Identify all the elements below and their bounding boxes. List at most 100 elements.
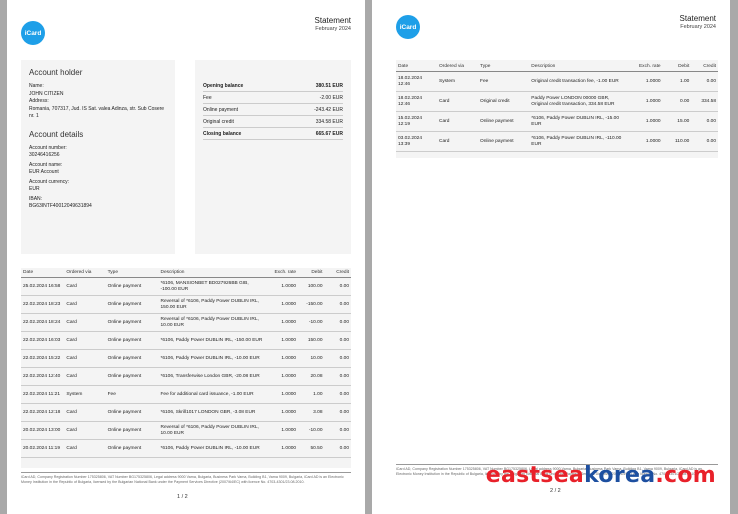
row-exch-rate: 1.0000 xyxy=(627,91,663,112)
row-date: 22.02.2024 11:21 xyxy=(21,385,65,404)
row-date: 22.02.2024 12:18 xyxy=(21,403,65,422)
row-description: *6106, Paddy Power DUBLIN IRL, -10.00 EU… xyxy=(158,439,267,458)
statement-header: Statement February 2024 xyxy=(315,16,351,34)
balance-summary-box: Opening balance 380.51 EUR Fee -2.00 EUR Onl… xyxy=(195,60,351,254)
account-holder-heading: Account holder xyxy=(29,68,83,77)
balance-value: -243.42 EUR xyxy=(314,106,343,113)
balance-row: Fee -2.00 EUR xyxy=(203,92,343,104)
table-row: 22.02.2024 12:18 Card Online payment *6106,… xyxy=(21,403,351,422)
row-description: Reversal of *6106, Paddy Power DUBLIN IR… xyxy=(158,421,267,440)
statement-title: Statement xyxy=(314,16,351,25)
row-description: *6106, Transferwise London GBR, -20.08 E… xyxy=(158,367,267,386)
row-debit: 10.00 xyxy=(298,349,325,368)
row-date: 25.02.2024 16:58 xyxy=(21,277,65,296)
transactions-table-page-1: Date Ordered via Type Description Exch. … xyxy=(21,268,351,468)
row-ordered-via: Card xyxy=(64,421,106,440)
col-debit: Debit xyxy=(662,60,692,72)
table-row: 22.02.2024 11:21 System Fee Fee for additio… xyxy=(21,385,351,404)
row-description: *6106, Skrill1017 LONDON GBR, -3.08 EUR xyxy=(158,403,267,422)
row-description: Fee for additional card issuance, -1.00 … xyxy=(158,385,267,404)
account-name-label: Account name: xyxy=(29,161,63,168)
row-type: Online payment xyxy=(105,421,159,440)
table-row: 20.02.2024 11:19 Card Online payment *6106,… xyxy=(21,439,351,458)
row-ordered-via: Card xyxy=(437,111,479,132)
balance-row: Opening balance 380.51 EUR xyxy=(203,80,343,92)
table-header-row: Date Ordered via Type Description Exch. … xyxy=(396,60,718,72)
row-type: Online payment xyxy=(478,131,530,152)
statement-title: Statement xyxy=(679,14,716,23)
iban-label: IBAN: xyxy=(29,195,43,202)
row-debit: 3.08 xyxy=(298,403,325,422)
row-type: Online payment xyxy=(105,349,159,368)
balance-row: Original credit 334.58 EUR xyxy=(203,116,343,128)
row-credit: 0.00 xyxy=(324,277,351,296)
row-credit: 0.00 xyxy=(324,313,351,332)
row-type: Online payment xyxy=(105,277,159,296)
row-type: Online payment xyxy=(478,111,530,132)
row-ordered-via: Card xyxy=(437,91,479,112)
col-date: Date xyxy=(396,60,438,72)
row-debit: 15.00 xyxy=(662,111,692,132)
table-row: 25.02.2024 16:58 Card Online payment *6106,… xyxy=(21,277,351,296)
row-date: 22.02.2024 15:22 xyxy=(21,349,65,368)
row-exch-rate: 1.0000 xyxy=(266,403,299,422)
row-exch-rate: 1.0000 xyxy=(627,131,663,152)
col-exch-rate: Exch. rate xyxy=(627,60,663,72)
row-exch-rate: 1.0000 xyxy=(266,421,299,440)
table-row: 18.02.2024 12:46 Card Original credit Paddy… xyxy=(396,91,718,112)
row-description: Paddy Power LONDON 00000 GBR, Original c… xyxy=(529,91,628,112)
table-row: 15.02.2024 12:19 Card Online payment *6106,… xyxy=(396,111,718,132)
table-row: 22.02.2024 18:24 Card Online payment Revers… xyxy=(21,313,351,332)
row-date: 22.02.2024 18:23 xyxy=(21,295,65,314)
balance-row: Closing balance 665.67 EUR xyxy=(203,128,343,140)
row-debit: -150.00 xyxy=(298,295,325,314)
row-exch-rate: 1.0000 xyxy=(627,111,663,132)
row-credit: 334.58 xyxy=(691,91,718,112)
row-exch-rate: 1.0000 xyxy=(266,277,299,296)
row-description: Original credit transaction fee, -1.00 E… xyxy=(529,71,628,92)
table-row: 20.02.2024 13:00 Card Online payment Revers… xyxy=(21,421,351,440)
statement-period: February 2024 xyxy=(680,24,716,30)
col-credit: Credit xyxy=(691,60,718,72)
row-description: *6106, Paddy Power DUBLIN IRL, -10.00 EU… xyxy=(158,349,267,368)
statement-period: February 2024 xyxy=(315,26,351,32)
row-description: *6106, Paddy Power DUBLIN IRL, -150.00 E… xyxy=(158,331,267,350)
holder-address-label: Address: xyxy=(29,98,49,104)
watermark-part-2: korea xyxy=(584,463,656,488)
row-date: 18.02.2024 12:46 xyxy=(396,91,438,112)
row-type: Online payment xyxy=(105,367,159,386)
table-row: 22.02.2024 12:40 Card Online payment *6106,… xyxy=(21,367,351,386)
table-header-row: Date Ordered via Type Description Exch. … xyxy=(21,268,351,278)
row-credit: 0.00 xyxy=(691,111,718,132)
row-date: 03.02.2024 13:39 xyxy=(396,131,438,152)
row-credit: 0.00 xyxy=(324,403,351,422)
row-ordered-via: System xyxy=(437,71,479,92)
row-description: *6106, Paddy Power DUBLIN IRL, -15.00 EU… xyxy=(529,111,628,132)
row-exch-rate: 1.0000 xyxy=(266,313,299,332)
page-number: 2 / 2 xyxy=(550,488,561,494)
row-exch-rate: 1.0000 xyxy=(266,349,299,368)
iban-value: BG63INTF40012049631894 xyxy=(29,203,92,209)
col-ordered-via: Ordered via xyxy=(64,268,106,278)
col-type: Type xyxy=(478,60,530,72)
row-date: 22.02.2024 16:03 xyxy=(21,331,65,350)
row-ordered-via: Card xyxy=(437,131,479,152)
row-ordered-via: Card xyxy=(64,439,106,458)
col-ordered-via: Ordered via xyxy=(437,60,479,72)
row-credit: 0.00 xyxy=(324,439,351,458)
table-row: 22.02.2024 18:23 Card Online payment Revers… xyxy=(21,295,351,314)
watermark: eastseakorea.com xyxy=(486,463,716,488)
balance-value: -2.00 EUR xyxy=(319,94,343,101)
table-row: 03.02.2024 13:39 Card Online payment *6106,… xyxy=(396,131,718,152)
row-exch-rate: 1.0000 xyxy=(266,439,299,458)
row-debit: -10.00 xyxy=(298,421,325,440)
row-type: Online payment xyxy=(105,403,159,422)
row-description: Reversal of *6106, Paddy Power DUBLIN IR… xyxy=(158,313,267,332)
row-credit: 0.00 xyxy=(324,331,351,350)
row-ordered-via: Card xyxy=(64,295,106,314)
row-debit: 1.00 xyxy=(662,71,692,92)
row-type: Fee xyxy=(105,385,159,404)
row-exch-rate: 1.0000 xyxy=(627,71,663,92)
row-debit: 0.00 xyxy=(662,91,692,112)
row-debit: 1.00 xyxy=(298,385,325,404)
